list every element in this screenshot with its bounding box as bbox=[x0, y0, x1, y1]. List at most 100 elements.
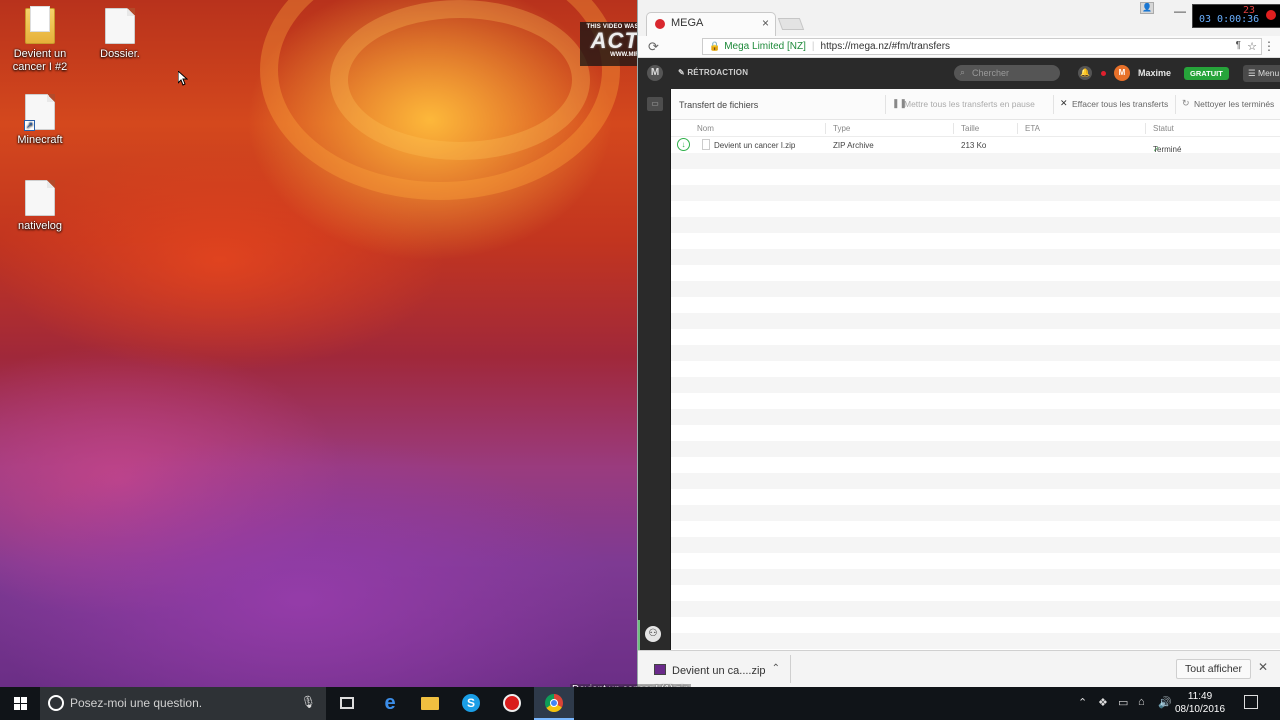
empty-row-stripe bbox=[671, 185, 1280, 201]
download-item[interactable]: Devient un ca....zip ⌃ bbox=[646, 655, 791, 683]
record-dot-icon[interactable] bbox=[1266, 10, 1276, 20]
pause-all-button[interactable]: ❚❚ Mettre tous les transferts en pause bbox=[885, 95, 1041, 114]
profile-icon[interactable]: 👤 bbox=[1140, 2, 1154, 14]
network-icon[interactable]: ⌂ bbox=[1138, 696, 1145, 708]
file-icon bbox=[25, 180, 55, 216]
search-icon: ⌕ bbox=[960, 67, 966, 77]
column-name[interactable]: Nom bbox=[697, 124, 714, 133]
empty-row-stripe bbox=[671, 377, 1280, 393]
search-placeholder: Chercher bbox=[972, 68, 1010, 78]
folder-icon bbox=[25, 6, 55, 44]
menu-label: Menu bbox=[1257, 68, 1280, 78]
browser-window: MEGA × 👤 — 03 0:00:36 23 ⟳ 🔒 Mega Limited… bbox=[637, 0, 1280, 687]
empty-row-stripe bbox=[671, 313, 1280, 329]
transfer-type: ZIP Archive bbox=[833, 141, 874, 150]
start-button[interactable] bbox=[0, 687, 40, 720]
browser-menu-icon[interactable]: ⋮ bbox=[1263, 39, 1275, 53]
column-size[interactable]: Taille bbox=[961, 124, 979, 133]
shortcut-arrow-icon: ↗ bbox=[24, 120, 35, 131]
cloud-drive-icon[interactable]: ▭ bbox=[647, 97, 663, 111]
task-view-icon bbox=[340, 697, 354, 709]
show-hidden-icons-icon[interactable]: ⌃ bbox=[1078, 696, 1087, 709]
desktop-icon-nativelog[interactable]: nativelog bbox=[2, 180, 78, 233]
desktop-icon-dossier[interactable]: Dossier. bbox=[82, 8, 158, 61]
mega-logo-icon[interactable]: M bbox=[647, 65, 663, 81]
clock-date: 08/10/2016 bbox=[1174, 704, 1226, 715]
transfer-widget-icon[interactable]: ⚇ bbox=[645, 626, 661, 642]
desktop-icon-label: nativelog bbox=[17, 220, 63, 232]
close-shelf-icon[interactable]: ✕ bbox=[1258, 660, 1268, 674]
action-recorder-icon bbox=[503, 694, 521, 712]
notification-bell-icon[interactable]: 🔔 bbox=[1078, 66, 1092, 80]
desktop-icon-minecraft[interactable]: ↗ Minecraft bbox=[2, 94, 78, 147]
clean-finished-button[interactable]: ↻ Nettoyer les terminés bbox=[1175, 95, 1280, 114]
taskbar-explorer[interactable] bbox=[410, 687, 450, 720]
battery-icon[interactable]: ▭ bbox=[1118, 696, 1128, 709]
refresh-icon: ↻ bbox=[1182, 98, 1190, 108]
mega-top-bar: M ✎ RÉTROACTION ⌕ Chercher 🔔 M Maxime GR… bbox=[638, 58, 1280, 89]
feedback-icon: ✎ bbox=[678, 68, 688, 77]
site-identity[interactable]: Mega Limited [NZ] bbox=[724, 41, 806, 52]
username[interactable]: Maxime bbox=[1138, 68, 1171, 78]
pin-icon[interactable]: ¶ bbox=[1236, 40, 1241, 51]
transfer-row[interactable]: ↓ Devient un cancer I.zip ZIP Archive 21… bbox=[671, 137, 1280, 154]
url-text[interactable]: https://mega.nz/#fm/transfers bbox=[821, 41, 951, 52]
avatar[interactable]: M bbox=[1114, 65, 1130, 81]
column-type[interactable]: Type bbox=[833, 124, 850, 133]
cortana-search-box[interactable]: Posez-moi une question. 🎙 bbox=[40, 687, 326, 720]
recorder-fps: 23 bbox=[1243, 5, 1256, 16]
clock-time: 11:49 bbox=[1187, 691, 1213, 702]
empty-row-stripe bbox=[671, 441, 1280, 457]
taskbar-skype[interactable]: S bbox=[451, 687, 491, 720]
download-item-label: Devient un ca....zip bbox=[672, 665, 766, 677]
column-status[interactable]: Statut bbox=[1153, 124, 1174, 133]
file-icon bbox=[105, 8, 135, 44]
clear-all-button[interactable]: ✕ Effacer tous les transferts bbox=[1053, 95, 1174, 114]
mega-sidebar: ▭ ⚇ bbox=[638, 89, 671, 650]
mega-menu-button[interactable]: ☰ Menu bbox=[1243, 65, 1280, 82]
empty-row-stripe bbox=[671, 217, 1280, 233]
address-bar[interactable]: 🔒 Mega Limited [NZ] | https://mega.nz/#fm/t… bbox=[702, 38, 1262, 55]
notification-dot bbox=[1101, 71, 1106, 76]
empty-row-stripe bbox=[671, 537, 1280, 553]
column-eta[interactable]: ETA bbox=[1025, 124, 1040, 133]
empty-row-stripe bbox=[671, 281, 1280, 297]
desktop-wallpaper bbox=[0, 0, 640, 687]
taskbar-action-recorder[interactable] bbox=[492, 687, 532, 720]
empty-row-stripe bbox=[671, 601, 1280, 617]
windows-logo-icon bbox=[14, 697, 20, 703]
empty-row-stripe bbox=[671, 633, 1280, 649]
reload-icon[interactable]: ⟳ bbox=[648, 39, 659, 55]
empty-row-stripe bbox=[671, 153, 1280, 169]
taskbar: Posez-moi une question. 🎙 e S ⌃ ❖ ▭ ⌂ 🔊 … bbox=[0, 687, 1280, 720]
dropbox-icon[interactable]: ❖ bbox=[1098, 696, 1108, 709]
feedback-button[interactable]: ✎ RÉTROACTION bbox=[678, 68, 748, 77]
taskbar-chrome[interactable] bbox=[534, 687, 574, 720]
plan-badge[interactable]: GRATUIT bbox=[1184, 67, 1229, 80]
chevron-up-icon[interactable]: ⌃ bbox=[772, 663, 780, 674]
microphone-icon[interactable]: 🎙 bbox=[301, 695, 316, 709]
taskbar-clock[interactable]: 11:49 08/10/2016 bbox=[1170, 690, 1230, 716]
empty-row-stripe bbox=[671, 473, 1280, 489]
minimize-button[interactable]: — bbox=[1166, 0, 1194, 22]
recorder-widget: 03 0:00:36 23 bbox=[1192, 4, 1280, 28]
mega-search-input[interactable]: ⌕ Chercher bbox=[954, 65, 1060, 81]
new-tab-button[interactable] bbox=[777, 18, 805, 30]
cortana-icon bbox=[48, 695, 64, 711]
tab-mega[interactable]: MEGA × bbox=[646, 12, 776, 36]
sidebar-accent bbox=[638, 620, 640, 650]
bookmark-star-icon[interactable]: ☆ bbox=[1247, 40, 1257, 53]
wallpaper-swirl bbox=[330, 0, 590, 160]
tab-close-icon[interactable]: × bbox=[762, 16, 769, 30]
task-view-button[interactable] bbox=[327, 687, 367, 720]
desktop-icon-label: Minecraft bbox=[17, 134, 63, 146]
taskbar-edge[interactable]: e bbox=[370, 687, 410, 720]
menu-lines-icon: ☰ bbox=[1248, 68, 1258, 78]
transfer-columns: Nom Type Taille ETA Statut bbox=[671, 120, 1280, 137]
transfers-title: Transfert de fichiers bbox=[679, 100, 759, 110]
show-all-button[interactable]: Tout afficher bbox=[1176, 659, 1252, 679]
download-shelf: Devient un ca....zip ⌃ Tout afficher ✕ bbox=[638, 650, 1280, 687]
file-explorer-icon bbox=[421, 697, 439, 710]
desktop-icon-folder[interactable]: Devient un cancer I #2 bbox=[2, 6, 78, 74]
action-center-icon[interactable] bbox=[1244, 695, 1258, 709]
